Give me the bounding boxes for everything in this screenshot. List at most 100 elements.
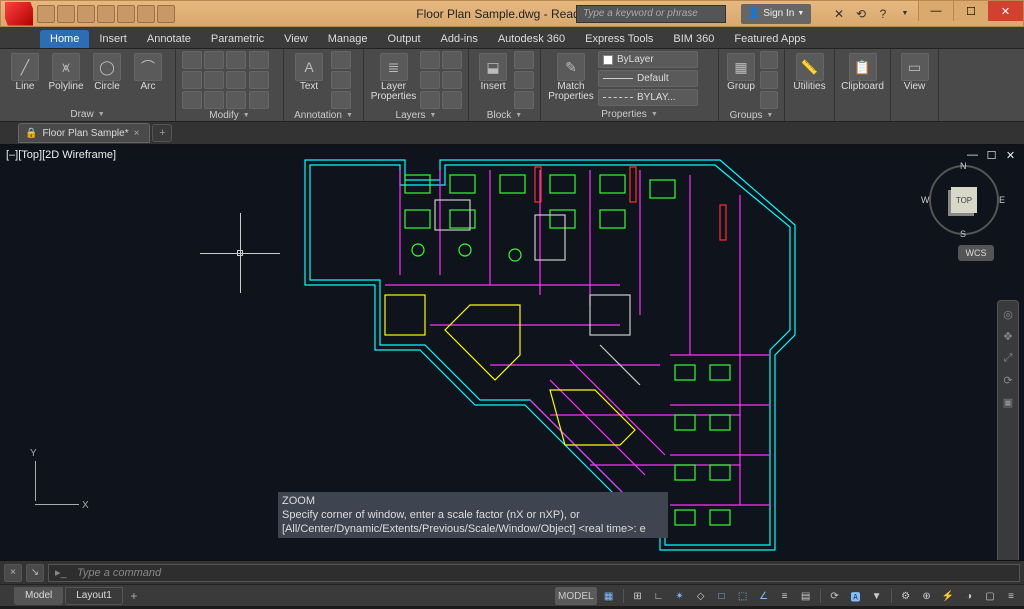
file-tab-active[interactable]: 🔒 Floor Plan Sample* ×	[18, 123, 150, 143]
panel-groups-title[interactable]: Groups▼	[725, 109, 778, 121]
layer-state-button[interactable]	[442, 91, 462, 109]
clipboard-button[interactable]: 📋Clipboard	[841, 51, 884, 92]
layer-off-button[interactable]	[420, 51, 440, 69]
viewport-close-icon[interactable]: ✕	[1003, 149, 1018, 162]
linetype-dropdown[interactable]: BYLAY...	[598, 89, 698, 106]
tab-autodesk360[interactable]: Autodesk 360	[488, 30, 575, 48]
utilities-button[interactable]: 📏Utilities	[791, 51, 828, 92]
color-dropdown[interactable]: ByLayer	[598, 51, 698, 68]
panel-draw-title[interactable]: Draw▼	[6, 107, 169, 120]
move-button[interactable]	[182, 51, 202, 69]
snap-toggle-icon[interactable]: ⊞	[629, 587, 647, 605]
viewcube-face[interactable]: TOP	[951, 187, 977, 213]
stretch-button[interactable]	[182, 91, 202, 109]
transparency-toggle-icon[interactable]: ▤	[797, 587, 815, 605]
layout-tab-model[interactable]: Model	[14, 587, 63, 605]
polar-toggle-icon[interactable]: ✴	[671, 587, 689, 605]
qat-undo-icon[interactable]	[137, 5, 155, 23]
layer-iso-button[interactable]	[442, 51, 462, 69]
minimize-button[interactable]: —	[918, 1, 953, 21]
tab-home[interactable]: Home	[40, 30, 89, 48]
tab-insert[interactable]: Insert	[89, 30, 137, 48]
dimension-button[interactable]	[331, 51, 351, 69]
qat-redo-icon[interactable]	[157, 5, 175, 23]
annotation-scale-icon[interactable]: 🅰	[847, 587, 865, 605]
insert-block-button[interactable]: ⬓Insert	[475, 51, 511, 92]
text-button[interactable]: AText	[290, 51, 328, 92]
panel-layers-title[interactable]: Layers▼	[370, 109, 462, 121]
tab-expresstools[interactable]: Express Tools	[575, 30, 663, 48]
tab-parametric[interactable]: Parametric	[201, 30, 274, 48]
explode-button[interactable]	[249, 91, 269, 109]
ortho-toggle-icon[interactable]: ∟	[650, 587, 668, 605]
maximize-button[interactable]: ☐	[953, 1, 988, 21]
erase-button[interactable]	[249, 71, 269, 89]
tab-manage[interactable]: Manage	[318, 30, 378, 48]
pan-icon[interactable]: ✥	[1000, 328, 1016, 344]
fillet-button[interactable]	[226, 71, 246, 89]
edit-group-button[interactable]	[760, 71, 778, 89]
qat-open-icon[interactable]	[57, 5, 75, 23]
create-block-button[interactable]	[514, 51, 534, 69]
isodraft-toggle-icon[interactable]: ◇	[692, 587, 710, 605]
showmotion-icon[interactable]: ▣	[1000, 394, 1016, 410]
layer-freeze-button[interactable]	[420, 71, 440, 89]
zoom-extents-icon[interactable]: ⤢	[1000, 350, 1016, 366]
modelspace-button[interactable]: MODEL	[555, 587, 597, 605]
viewport-max-icon[interactable]: ☐	[984, 149, 999, 162]
table-button[interactable]	[331, 91, 351, 109]
panel-properties-title[interactable]: Properties▼	[547, 107, 712, 120]
recent-commands-button[interactable]: ↘	[26, 564, 44, 582]
rotate-button[interactable]	[204, 51, 224, 69]
copy-button[interactable]	[182, 71, 202, 89]
viewport-min-icon[interactable]: —	[965, 149, 980, 162]
qat-plot-icon[interactable]	[117, 5, 135, 23]
close-button[interactable]: ✕	[988, 1, 1023, 21]
edit-block-button[interactable]	[514, 71, 534, 89]
qat-save-icon[interactable]	[77, 5, 95, 23]
tab-bim360[interactable]: BIM 360	[663, 30, 724, 48]
tab-view[interactable]: View	[274, 30, 318, 48]
layer-properties-button[interactable]: ≣Layer Properties	[370, 51, 417, 102]
close-tab-icon[interactable]: ×	[134, 128, 140, 139]
qat-new-icon[interactable]	[37, 5, 55, 23]
lineweight-toggle-icon[interactable]: ≡	[776, 587, 794, 605]
viewcube[interactable]: TOP N S E W	[929, 165, 999, 235]
grid-toggle-icon[interactable]: ▦	[600, 587, 618, 605]
arc-button[interactable]: ⌒Arc	[129, 51, 167, 92]
app-logo-icon[interactable]	[5, 2, 33, 26]
panel-block-title[interactable]: Block▼	[475, 109, 534, 121]
ungroup-button[interactable]	[760, 51, 778, 69]
panel-modify-title[interactable]: Modify▼	[182, 109, 277, 121]
lineweight-dropdown[interactable]: Default	[598, 70, 698, 87]
3dosnap-toggle-icon[interactable]: ⬚	[734, 587, 752, 605]
help-dropdown-icon[interactable]: ▼	[897, 6, 913, 22]
scale-button[interactable]	[204, 91, 224, 109]
layer-match-button[interactable]	[420, 91, 440, 109]
annoscale-dropdown-icon[interactable]: ▼	[868, 587, 886, 605]
compass-e[interactable]: E	[999, 195, 1005, 205]
exchange-apps-icon[interactable]: ✕	[831, 6, 847, 22]
steering-wheel-icon[interactable]: ◎	[1000, 306, 1016, 322]
tab-output[interactable]: Output	[378, 30, 431, 48]
cleanscreen-icon[interactable]: ▢	[981, 587, 999, 605]
customize-status-icon[interactable]: ≡	[1002, 587, 1020, 605]
polyline-button[interactable]: ⩙Polyline	[47, 51, 85, 92]
signin-button[interactable]: 👤 Sign In ▼	[741, 4, 811, 24]
osnap-toggle-icon[interactable]: □	[713, 587, 731, 605]
view-button[interactable]: ▭View	[897, 51, 932, 92]
workspace-switch-icon[interactable]: ⚙	[897, 587, 915, 605]
infocenter-search-input[interactable]: Type a keyword or phrase	[576, 5, 726, 23]
new-layout-button[interactable]: +	[125, 587, 143, 605]
isolate-objects-icon[interactable]: ◑	[960, 587, 978, 605]
viewport-label[interactable]: [–][Top][2D Wireframe]	[6, 149, 116, 161]
annotation-monitor-icon[interactable]: ⊕	[918, 587, 936, 605]
trim-button[interactable]	[226, 51, 246, 69]
line-button[interactable]: ╱Line	[6, 51, 44, 92]
layout-tab-layout1[interactable]: Layout1	[65, 587, 123, 605]
panel-annotation-title[interactable]: Annotation▼	[290, 109, 357, 121]
tab-addins[interactable]: Add-ins	[431, 30, 488, 48]
group-button[interactable]: ▦Group	[725, 51, 757, 92]
circle-button[interactable]: ◯Circle	[88, 51, 126, 92]
compass-n[interactable]: N	[960, 161, 967, 171]
